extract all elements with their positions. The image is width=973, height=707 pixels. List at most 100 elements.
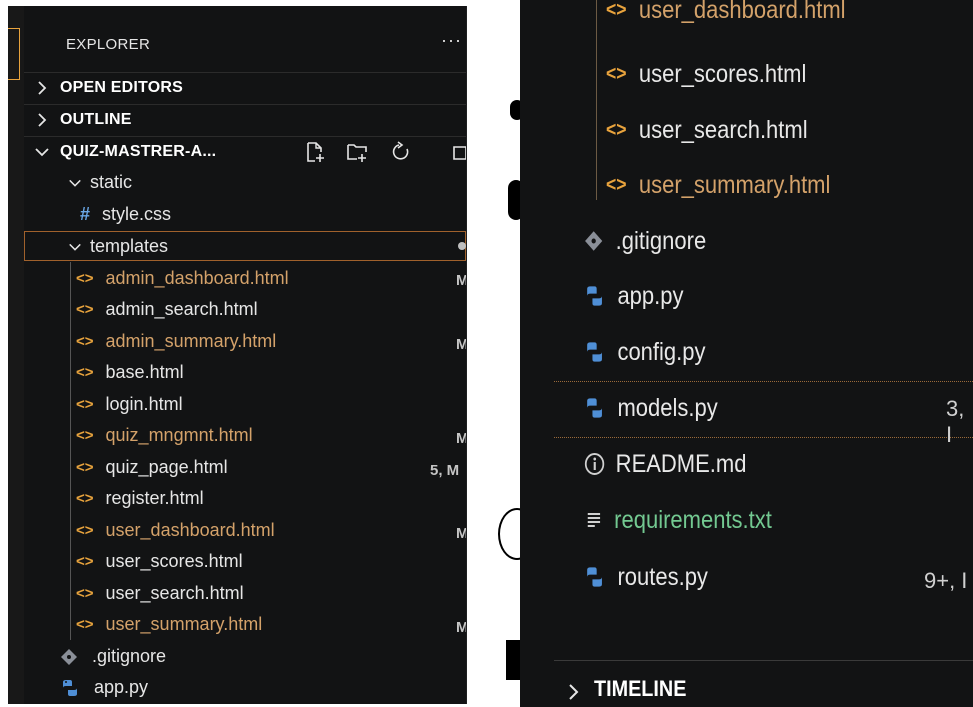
- tree-label: config.py: [617, 337, 706, 366]
- refresh-icon[interactable]: [390, 141, 412, 163]
- html-file-icon: <>: [606, 0, 627, 21]
- tree-file-html[interactable]: <> user_scores.html: [606, 54, 806, 94]
- problem-count: 3, I: [946, 396, 965, 447]
- tree-label: models.py: [617, 393, 718, 422]
- git-status: 5, M: [430, 462, 460, 479]
- tree-label: requirements.txt: [614, 505, 772, 534]
- section-outline[interactable]: OUTLINE: [24, 104, 466, 135]
- tree-file-html[interactable]: <> quiz_page.html: [24, 452, 466, 483]
- new-file-icon[interactable]: [304, 141, 326, 163]
- html-file-icon: <>: [606, 62, 627, 85]
- chevron-down-icon: [35, 147, 49, 156]
- tree-file-html[interactable]: <> quiz_mngmnt.html: [24, 420, 466, 451]
- tree-label: static: [90, 172, 133, 192]
- tree-file-routes-py[interactable]: routes.py: [584, 557, 708, 597]
- tree-label: user_summary.html: [105, 614, 263, 634]
- chevron-down-icon: [69, 243, 81, 251]
- tree-label: quiz_page.html: [105, 457, 228, 477]
- git-status: M: [456, 336, 466, 353]
- tree-label: user_scores.html: [638, 59, 807, 88]
- tree-label: routes.py: [617, 562, 708, 591]
- tree-file-html[interactable]: <> admin_dashboard.html: [24, 263, 466, 294]
- html-file-icon: <>: [76, 553, 94, 570]
- tree-file-html[interactable]: <> register.html: [24, 483, 466, 514]
- chevron-right-icon: [569, 684, 579, 700]
- git-icon: [585, 231, 603, 251]
- section-label: OUTLINE: [60, 110, 132, 128]
- tree-file-readme[interactable]: README.md: [584, 444, 746, 484]
- python-icon: [587, 567, 602, 587]
- tree-label: .gitignore: [615, 226, 707, 255]
- explorer-panel-right: <> user_dashboard.html <> user_scores.html…: [520, 0, 973, 707]
- tree-label: app.py: [94, 677, 149, 697]
- tree-label: user_search.html: [638, 115, 808, 144]
- git-status: M: [456, 430, 466, 447]
- tree-label: app.py: [617, 281, 684, 310]
- tree-file-html[interactable]: <> admin_summary.html: [24, 326, 466, 357]
- section-timeline[interactable]: TIMELINE: [594, 676, 686, 702]
- chevron-down-icon: [69, 179, 81, 187]
- tree-file-html[interactable]: <> user_summary.html: [606, 165, 830, 205]
- new-folder-icon[interactable]: [346, 141, 368, 163]
- python-icon: [587, 286, 602, 306]
- tree-folder-static[interactable]: static: [24, 167, 466, 198]
- tree-file-html[interactable]: <> user_scores.html: [24, 546, 466, 577]
- tree-file-html[interactable]: <> user_summary.html: [24, 609, 466, 640]
- tree-folder-templates[interactable]: templates: [24, 231, 466, 262]
- html-file-icon: <>: [76, 333, 94, 350]
- html-file-icon: <>: [76, 270, 94, 287]
- collapse-all-icon[interactable]: [450, 141, 467, 163]
- tree-file-requirements[interactable]: requirements.txt: [586, 500, 772, 540]
- tree-file-html[interactable]: <> user_search.html: [24, 578, 466, 609]
- html-file-icon: <>: [76, 616, 94, 633]
- tree-label: .gitignore: [92, 646, 167, 666]
- info-icon: [584, 453, 605, 475]
- tree-label: admin_search.html: [105, 299, 258, 319]
- tree-file-app-py[interactable]: app.py: [584, 276, 683, 316]
- section-label: OPEN EDITORS: [60, 78, 184, 96]
- tree-file-html[interactable]: <> base.html: [24, 357, 466, 388]
- python-icon: [63, 679, 77, 696]
- tree-file-html[interactable]: <> user_dashboard.html: [606, 0, 846, 28]
- python-icon: [587, 398, 602, 418]
- tree-file-models-py[interactable]: models.py: [584, 388, 718, 428]
- problem-count: 9+, I: [924, 568, 968, 593]
- html-file-icon: <>: [76, 301, 94, 318]
- tree-label: admin_dashboard.html: [105, 268, 289, 288]
- tree-file-gitignore[interactable]: .gitignore: [584, 221, 706, 261]
- html-file-icon: <>: [76, 490, 94, 507]
- tree-file-style-css[interactable]: # style.css: [24, 199, 466, 230]
- tree-file-gitignore[interactable]: .gitignore: [24, 641, 466, 672]
- explorer-title: EXPLORER: [66, 36, 151, 53]
- html-file-icon: <>: [606, 173, 627, 196]
- tree-file-html[interactable]: <> admin_search.html: [24, 294, 466, 325]
- tree-label: user_summary.html: [638, 170, 831, 199]
- tree-label: admin_summary.html: [105, 331, 277, 351]
- more-actions-button[interactable]: ···: [441, 30, 462, 51]
- tree-file-app-py[interactable]: app.py: [24, 672, 466, 703]
- html-file-icon: <>: [76, 459, 94, 476]
- chevron-right-icon: [38, 80, 47, 95]
- html-file-icon: <>: [76, 522, 94, 539]
- modified-dot: [458, 242, 466, 250]
- indent-guide: [596, 0, 597, 200]
- git-status: M: [456, 525, 466, 542]
- activity-bar: [8, 6, 24, 704]
- git-icon: [61, 648, 77, 665]
- activity-bar-active-indicator: [8, 28, 20, 80]
- css-hash-icon: #: [80, 204, 91, 224]
- explorer-panel-left: EXPLORER ··· OPEN EDITORS OUTLINE QUIZ-M…: [8, 6, 467, 704]
- tree-label: login.html: [105, 394, 183, 414]
- tree-label: quiz_mngmnt.html: [105, 425, 253, 445]
- python-icon: [587, 342, 602, 362]
- html-file-icon: <>: [606, 118, 627, 141]
- tree-file-html[interactable]: <> login.html: [24, 389, 466, 420]
- git-status: M: [456, 619, 466, 636]
- tree-file-html[interactable]: <> user_dashboard.html: [24, 515, 466, 546]
- divider: [554, 660, 973, 661]
- tree-label: templates: [90, 236, 169, 256]
- tree-file-html[interactable]: <> user_search.html: [606, 110, 808, 150]
- tree-file-config-py[interactable]: config.py: [584, 332, 705, 372]
- html-file-icon: <>: [76, 364, 94, 381]
- section-open-editors[interactable]: OPEN EDITORS: [24, 72, 466, 103]
